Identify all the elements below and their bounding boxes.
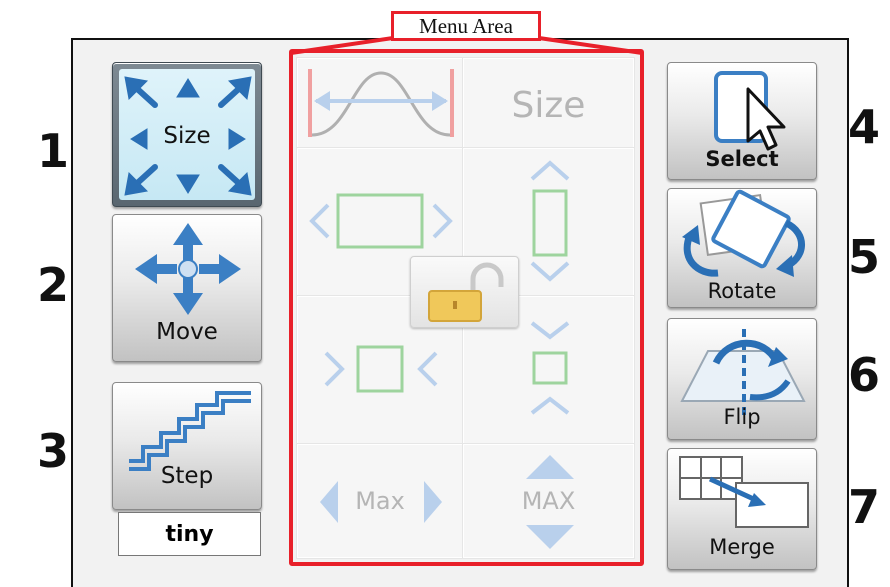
menu-area-callout-lines bbox=[290, 36, 643, 55]
menu-area-label: Menu Area bbox=[391, 11, 541, 41]
